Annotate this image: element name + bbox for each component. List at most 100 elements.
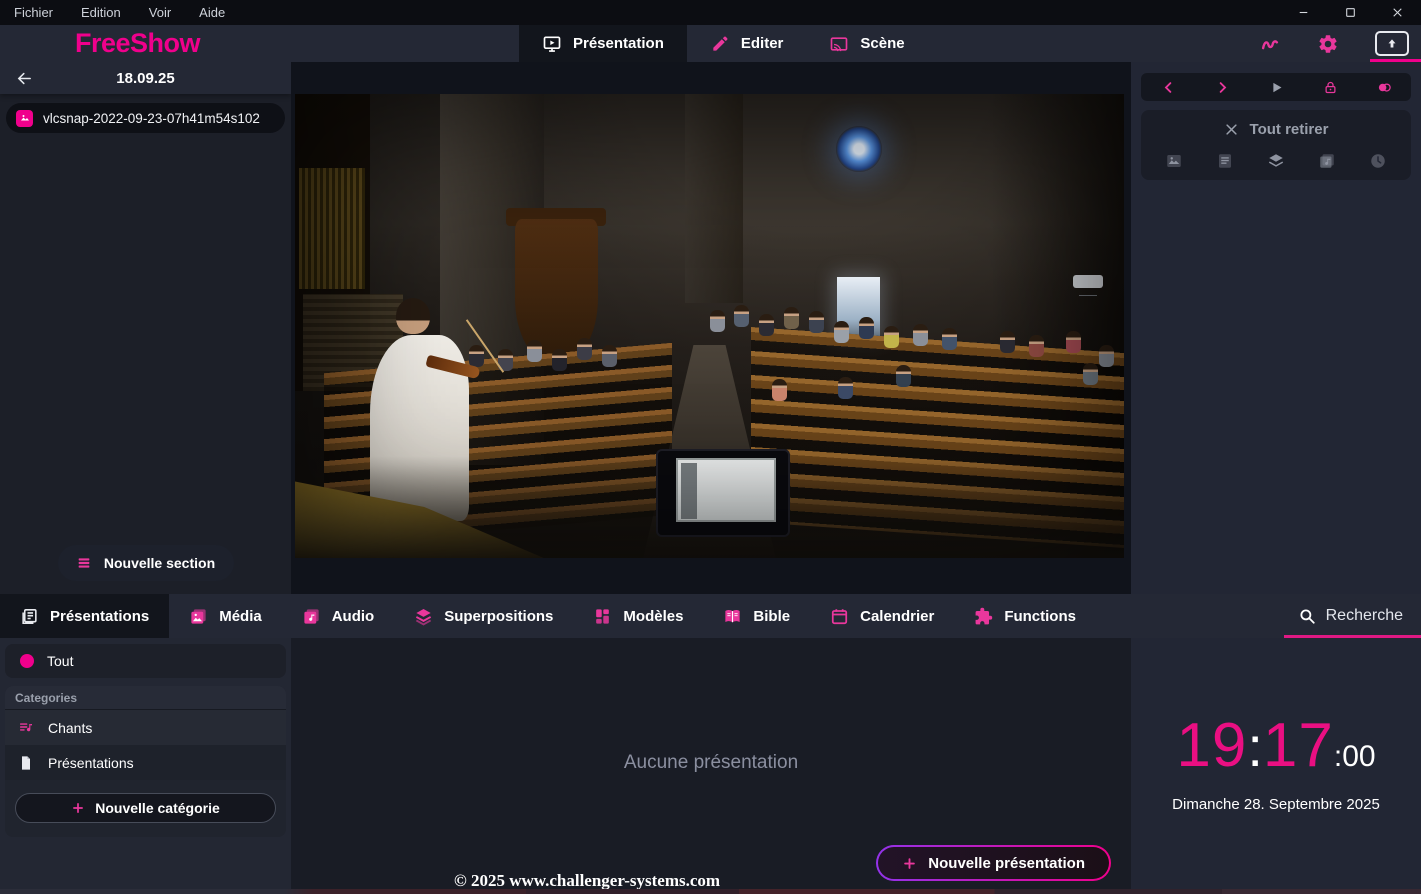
circle-icon	[20, 654, 34, 668]
bible-icon	[725, 609, 741, 622]
media-icon[interactable]	[1165, 152, 1183, 170]
clock-icon[interactable]	[1369, 152, 1387, 170]
drawer-tab-superpositions[interactable]: Superpositions	[394, 594, 573, 638]
bottom-strip[interactable]	[0, 889, 1421, 894]
stage-icon	[831, 36, 848, 51]
category-all[interactable]: Tout	[5, 644, 286, 678]
clear-all-button[interactable]: Tout retirer	[1149, 121, 1403, 138]
drawer-tab-label: Média	[219, 607, 262, 625]
settings-icon[interactable]	[1317, 33, 1339, 55]
clock-panel: 19:17:00 Dimanche 28. Septembre 2025	[1131, 638, 1421, 894]
drawer-tab-modeles[interactable]: Modèles	[573, 594, 703, 638]
project-item[interactable]: vlcsnap-2022-09-23-07h41m54s102	[6, 103, 285, 133]
output-button[interactable]	[1375, 31, 1409, 56]
drawer-tab-label: Functions	[1004, 607, 1076, 625]
window-controls	[1280, 0, 1421, 25]
output-panel: Tout retirer	[1131, 62, 1421, 594]
presentations-icon	[22, 608, 37, 624]
drawer-tab-presentations[interactable]: Présentations	[0, 594, 170, 638]
output-nav	[1141, 73, 1411, 101]
overlays-icon	[416, 608, 432, 626]
new-section-button[interactable]: Nouvelle section	[57, 545, 234, 581]
drawer-tab-bible[interactable]: Bible	[703, 594, 810, 638]
minimize-button[interactable]	[1280, 0, 1327, 25]
maximize-icon	[1346, 8, 1355, 17]
search-icon	[1300, 609, 1315, 624]
close-icon	[1393, 8, 1402, 17]
layers-icon[interactable]	[1267, 152, 1285, 170]
drawer-tab-media[interactable]: Média	[169, 594, 282, 638]
main-region: 18.09.25 vlcsnap-2022-09-23-07h41m54s102…	[0, 62, 1421, 594]
clear-all-box: Tout retirer	[1141, 110, 1411, 180]
tab-presentation[interactable]: Présentation	[519, 25, 687, 62]
tab-editer-label: Editer	[740, 35, 784, 52]
freeshow-window: Fichier Edition Voir Aide FreeShow Prése…	[0, 0, 1421, 894]
search-input[interactable]: Recherche	[1283, 594, 1421, 638]
image-icon	[16, 109, 33, 127]
lock-icon[interactable]	[1323, 80, 1338, 95]
puzzle-icon	[975, 607, 993, 624]
tab-editer[interactable]: Editer	[687, 25, 807, 62]
titlebar: Fichier Edition Voir Aide	[0, 0, 1421, 25]
drawer-tab-functions[interactable]: Functions	[954, 594, 1096, 638]
menu-icon	[78, 558, 90, 568]
output-active-indicator	[1370, 59, 1421, 62]
category-presentations-label: Présentations	[48, 754, 134, 771]
clear-icon	[1225, 124, 1237, 135]
drawer-tab-label: Présentations	[50, 607, 150, 625]
app-logo: FreeShow	[75, 28, 201, 58]
category-chants[interactable]: Chants	[5, 710, 286, 745]
new-presentation-button[interactable]: Nouvelle présentation	[876, 845, 1111, 881]
clock-colon: :	[1247, 715, 1263, 778]
playlist-icon	[20, 722, 32, 731]
clock-hours: 19	[1176, 711, 1248, 780]
text-icon[interactable]	[1216, 152, 1234, 170]
category-presentations[interactable]: Présentations	[5, 745, 286, 780]
new-section-label: Nouvelle section	[103, 555, 216, 571]
drawer-tab-calendrier[interactable]: Calendrier	[810, 594, 954, 638]
clear-all-label: Tout retirer	[1249, 121, 1329, 138]
new-category-label: Nouvelle catégorie	[95, 800, 220, 816]
new-presentation-label: Nouvelle présentation	[928, 854, 1085, 872]
menu-fichier[interactable]: Fichier	[0, 0, 67, 25]
menu-edition[interactable]: Edition	[67, 0, 135, 25]
category-all-label: Tout	[47, 653, 74, 669]
clock-seconds: :00	[1333, 740, 1376, 773]
project-item-label: vlcsnap-2022-09-23-07h41m54s102	[43, 110, 260, 126]
empty-state-label: Aucune présentation	[623, 752, 799, 773]
tab-scene-label: Scène	[860, 35, 905, 52]
chevron-left-icon[interactable]	[1161, 80, 1176, 95]
preview-panel[interactable]	[291, 62, 1131, 594]
drawer-tab-audio[interactable]: Audio	[282, 594, 395, 638]
category-chants-label: Chants	[48, 719, 93, 736]
back-button[interactable]	[8, 62, 40, 94]
menu-aide[interactable]: Aide	[185, 0, 239, 25]
drawer-tab-label: Calendrier	[860, 607, 935, 625]
tab-scene[interactable]: Scène	[806, 25, 927, 62]
categories-header: Categories	[5, 686, 286, 710]
categories-panel: Tout Categories Chants Présentations Nou…	[0, 638, 291, 894]
drawer-tab-label: Superpositions	[444, 607, 554, 625]
new-category-wrap: Nouvelle catégorie	[5, 780, 286, 837]
tab-presentation-label: Présentation	[573, 35, 664, 52]
clock-minutes: 17	[1262, 711, 1334, 780]
drawer-tab-label: Audio	[331, 607, 375, 625]
presentation-icon	[543, 36, 561, 52]
menu-voir[interactable]: Voir	[135, 0, 185, 25]
draw-icon[interactable]	[1259, 33, 1281, 55]
drawer-tab-label: Modèles	[623, 607, 684, 625]
templates-icon	[596, 608, 610, 624]
close-button[interactable]	[1374, 0, 1421, 25]
drawer-tab-bar: Présentations Média Audio Superpositions…	[0, 594, 1421, 638]
media-stack-icon	[191, 608, 206, 624]
maximize-button[interactable]	[1327, 0, 1374, 25]
video-preview[interactable]	[295, 94, 1124, 558]
toggle-icon[interactable]	[1377, 80, 1392, 95]
new-category-button[interactable]: Nouvelle catégorie	[15, 793, 276, 823]
header-actions	[1259, 25, 1409, 62]
play-icon[interactable]	[1269, 80, 1284, 95]
music-icon[interactable]	[1318, 152, 1336, 170]
drawer-region: Tout Categories Chants Présentations Nou…	[0, 638, 1421, 894]
header: FreeShow Présentation Editer Scène	[0, 25, 1421, 62]
chevron-right-icon[interactable]	[1215, 80, 1230, 95]
